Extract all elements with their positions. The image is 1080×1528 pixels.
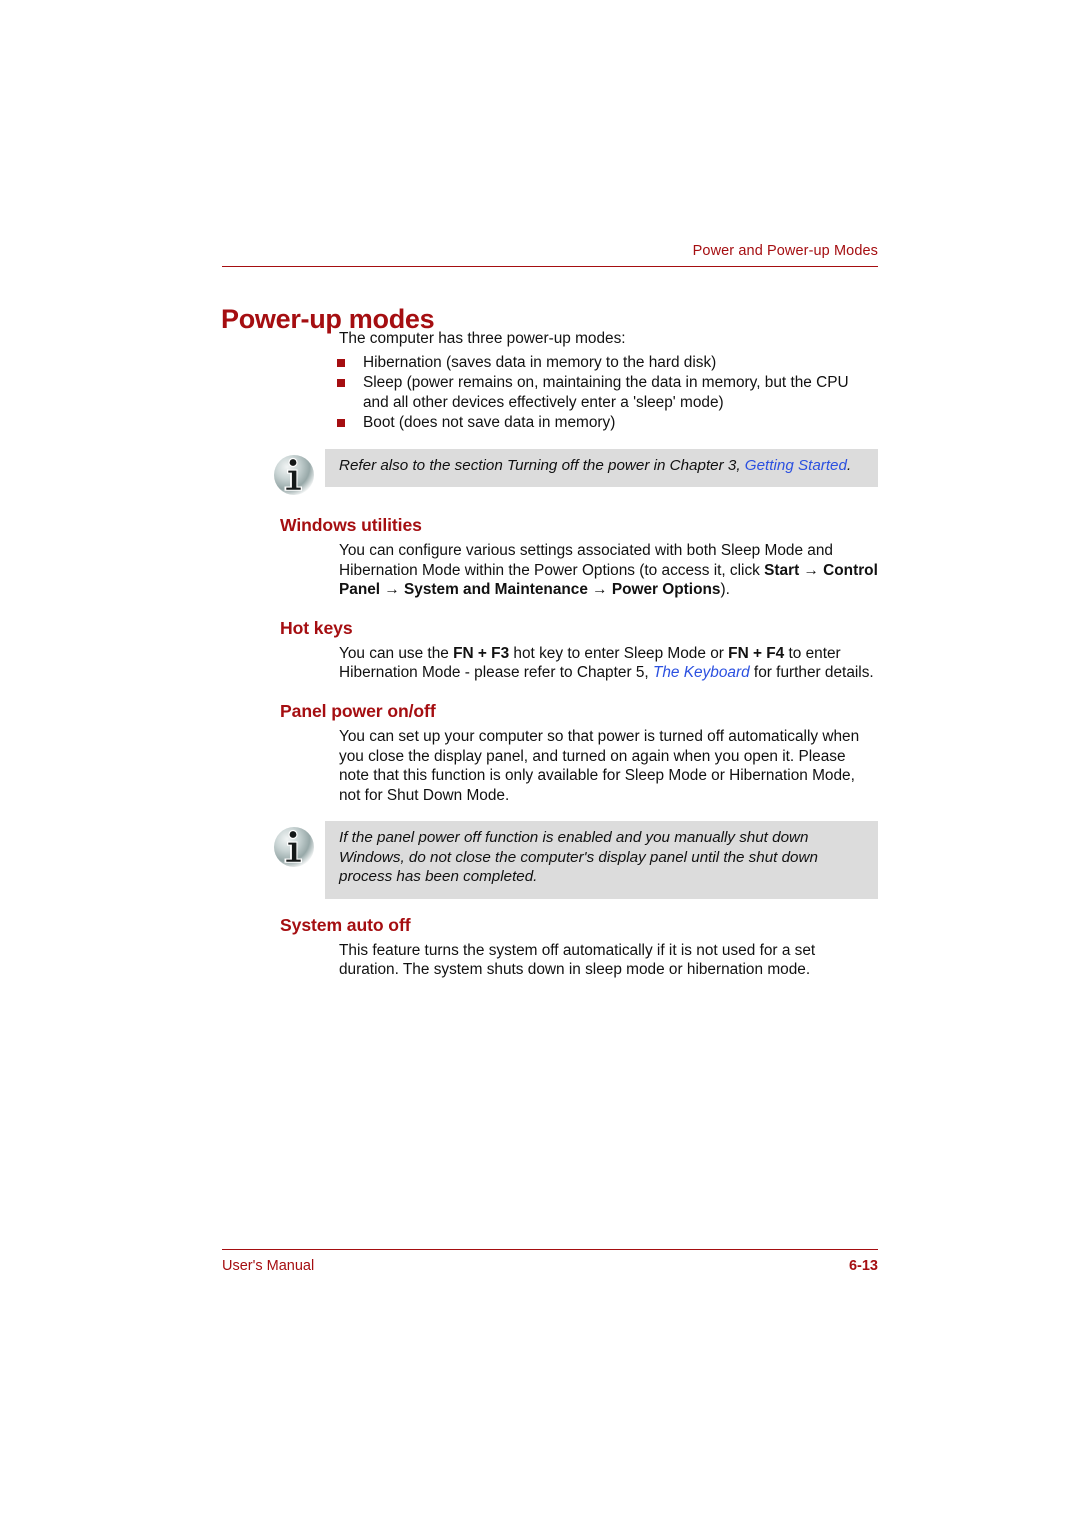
hk-key-fn-f4: FN + F4: [728, 644, 785, 662]
wu-part1: You can configure various settings assoc…: [339, 541, 833, 579]
header-divider: [222, 266, 878, 267]
note-box-2: If the panel power off function is enabl…: [270, 821, 878, 899]
wu-part2: ).: [720, 581, 730, 599]
footer-divider: [222, 1249, 878, 1250]
paragraph-hot-keys: You can use the FN + F3 hot key to enter…: [339, 644, 878, 683]
square-bullet-icon: [337, 419, 345, 428]
section-hot-keys: Hot keys You can use the FN + F3 hot key…: [0, 618, 1080, 683]
section-system-auto-off: System auto off This feature turns the s…: [0, 915, 1080, 980]
intro-paragraph: The computer has three power-up modes:: [339, 330, 626, 347]
info-icon: [270, 451, 318, 499]
square-bullet-icon: [337, 379, 345, 388]
list-item: Boot (does not save data in memory): [337, 413, 878, 433]
list-item-label: Sleep (power remains on, maintaining the…: [363, 374, 849, 411]
note1-text-part1: Refer also to the section Turning off th…: [339, 456, 745, 474]
hk-part2: hot key to enter Sleep Mode or: [509, 644, 729, 662]
list-item-label: Boot (does not save data in memory): [363, 414, 616, 432]
note2-paragraph: If the panel power off function is enabl…: [339, 829, 818, 886]
list-item: Hibernation (saves data in memory to the…: [337, 353, 878, 373]
section-windows-utilities: Windows utilities You can configure vari…: [0, 515, 1080, 600]
hk-part1: You can use the: [339, 644, 454, 662]
note-text-2: If the panel power off function is enabl…: [325, 821, 878, 899]
note-box-1: Refer also to the section Turning off th…: [270, 448, 878, 499]
paragraph-windows-utilities: You can configure various settings assoc…: [339, 541, 878, 600]
info-icon: [270, 823, 318, 871]
list-item-label: Hibernation (saves data in memory to the…: [363, 353, 717, 371]
sub-heading-panel-power: Panel power on/off: [280, 700, 436, 721]
paragraph-system-auto-off: This feature turns the system off automa…: [339, 941, 816, 979]
power-up-modes-list: Hibernation (saves data in memory to the…: [337, 353, 878, 433]
list-item: Sleep (power remains on, maintaining the…: [337, 373, 878, 412]
sub-heading-windows-utilities: Windows utilities: [280, 514, 422, 535]
hk-key-fn-f3: FN + F3: [453, 644, 510, 662]
square-bullet-icon: [337, 358, 345, 367]
sub-heading-system-auto-off: System auto off: [280, 914, 411, 935]
sub-heading-hot-keys: Hot keys: [280, 617, 353, 638]
footer-page-number: 6-13: [848, 1258, 878, 1274]
section-panel-power: Panel power on/off You can set up your c…: [0, 701, 1080, 805]
hk-link-the-keyboard[interactable]: The Keyboard: [653, 664, 750, 681]
page-content: The computer has three power-up modes: H…: [0, 329, 1080, 980]
note1-text-part2: .: [846, 456, 852, 474]
running-header: Power and Power-up Modes: [692, 243, 878, 259]
note1-link-getting-started[interactable]: Getting Started: [745, 457, 847, 474]
paragraph-panel-power: You can set up your computer so that pow…: [339, 727, 860, 804]
document-page: Power and Power-up Modes Power-up modes …: [0, 0, 1080, 1528]
note-text-1: Refer also to the section Turning off th…: [325, 448, 878, 488]
hk-part4: for further details.: [749, 664, 874, 682]
